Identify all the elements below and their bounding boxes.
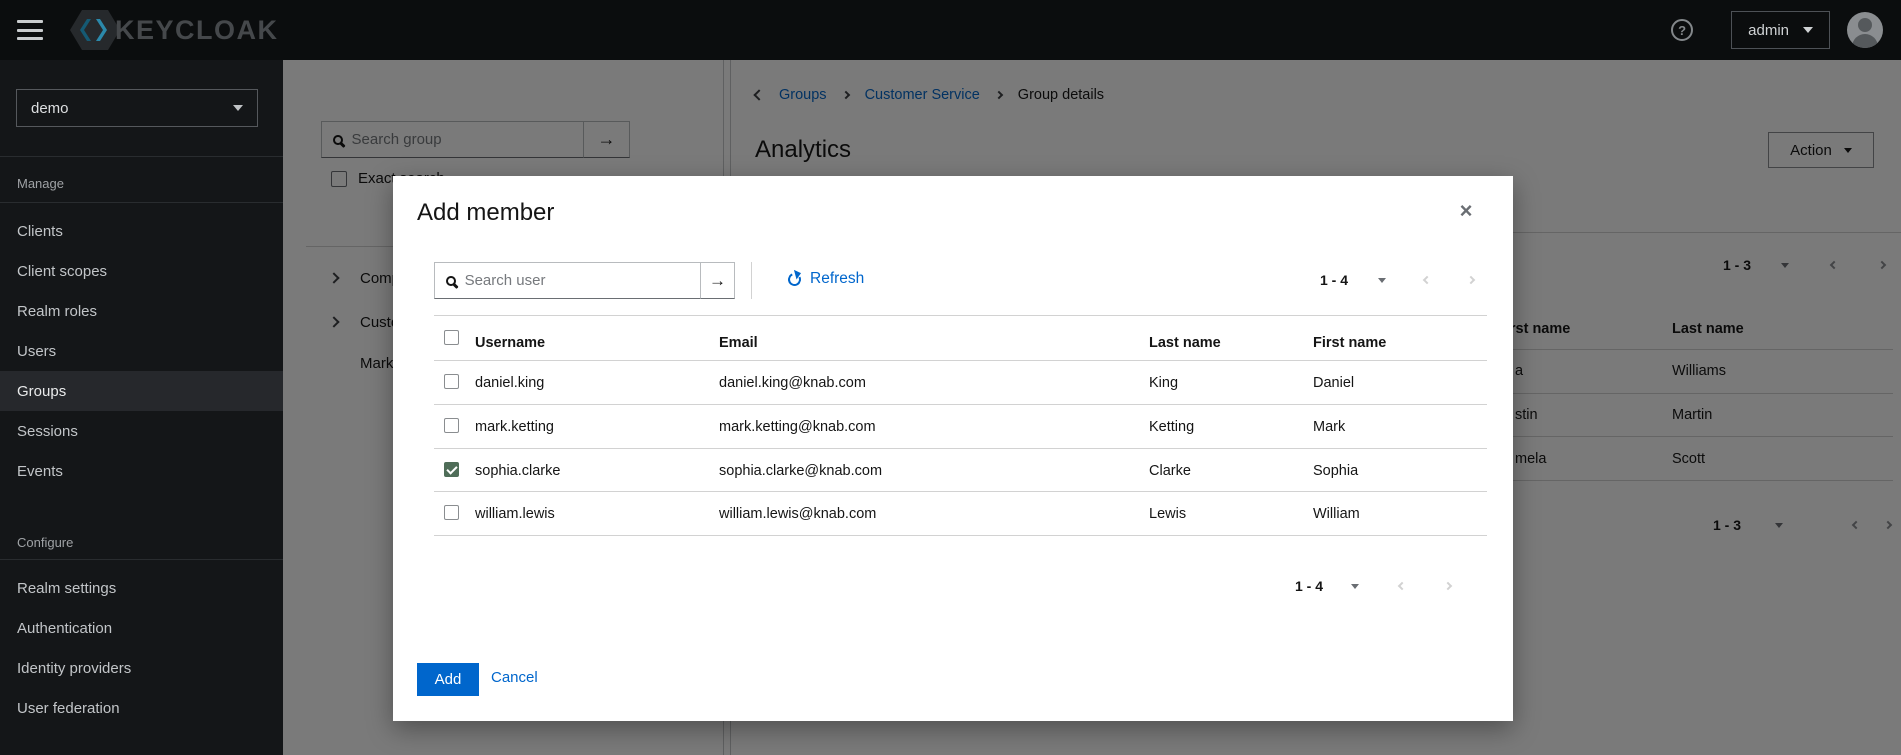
sidebar-item-identity-providers[interactable]: Identity providers	[0, 648, 283, 688]
next-page-icon[interactable]	[1467, 276, 1475, 284]
table-row-border	[434, 448, 1487, 449]
next-page-icon[interactable]	[1444, 582, 1452, 590]
chevron-down-icon	[1803, 27, 1813, 33]
cell-first-name: Mark	[1313, 419, 1345, 435]
cell-last-name: Ketting	[1149, 419, 1194, 435]
keycloak-admin-console: KEYCLOAK ? admin demo Manage Clients Cli…	[0, 0, 1901, 755]
sidebar-item-clients[interactable]: Clients	[0, 211, 283, 251]
select-all-checkbox[interactable]	[444, 330, 459, 345]
cell-username: sophia.clarke	[475, 463, 560, 479]
prev-page-icon[interactable]	[1398, 582, 1406, 590]
row-checkbox-daniel-king[interactable]	[444, 374, 459, 389]
divider	[0, 156, 283, 157]
pagination-range: 1 - 4	[1295, 578, 1323, 594]
add-button[interactable]: Add	[417, 663, 479, 696]
refresh-icon	[786, 271, 803, 288]
realm-selector[interactable]: demo	[16, 89, 258, 127]
user-menu-dropdown[interactable]: admin	[1731, 11, 1830, 49]
help-icon[interactable]: ?	[1671, 19, 1693, 41]
chevron-down-icon[interactable]	[1351, 584, 1359, 589]
modal-pagination-bottom: 1 - 4	[1295, 578, 1451, 594]
divider	[0, 202, 283, 203]
cell-email: sophia.clarke@knab.com	[719, 463, 882, 479]
cell-first-name: Sophia	[1313, 463, 1358, 479]
close-icon[interactable]: ×	[1449, 194, 1483, 228]
cell-email: mark.ketting@knab.com	[719, 419, 876, 435]
user-search-submit-button[interactable]: →	[701, 262, 735, 299]
table-row-border	[434, 535, 1487, 536]
cell-first-name: Daniel	[1313, 375, 1354, 391]
col-last-name: Last name	[1149, 335, 1221, 351]
sidebar-item-authentication[interactable]: Authentication	[0, 608, 283, 648]
cancel-button[interactable]: Cancel	[491, 669, 538, 686]
user-menu-label: admin	[1748, 22, 1789, 39]
nav-section-manage: Manage	[17, 176, 64, 191]
table-row-border	[434, 491, 1487, 492]
cell-email: william.lewis@knab.com	[719, 506, 876, 522]
sidebar-item-client-scopes[interactable]: Client scopes	[0, 251, 283, 291]
modal-title: Add member	[417, 199, 554, 227]
sidebar-item-users[interactable]: Users	[0, 331, 283, 371]
cell-email: daniel.king@knab.com	[719, 375, 866, 391]
cell-last-name: Clarke	[1149, 463, 1191, 479]
nav-section-configure: Configure	[17, 535, 73, 550]
add-member-modal: Add member × → Refresh 1 - 4 Username Em…	[393, 176, 1513, 721]
keycloak-logo-icon	[69, 8, 121, 52]
col-email: Email	[719, 335, 758, 351]
keycloak-logo: KEYCLOAK	[69, 8, 279, 52]
sidebar-item-realm-settings[interactable]: Realm settings	[0, 568, 283, 608]
cell-username: mark.ketting	[475, 419, 554, 435]
modal-pagination-top: 1 - 4	[1320, 272, 1474, 288]
col-username: Username	[475, 335, 545, 351]
brand-text: KEYCLOAK	[115, 15, 279, 46]
divider	[751, 262, 752, 299]
user-search-input[interactable]	[465, 272, 700, 289]
user-search-field	[434, 262, 701, 299]
sidebar-item-realm-roles[interactable]: Realm roles	[0, 291, 283, 331]
refresh-button[interactable]: Refresh	[788, 270, 864, 288]
table-row-border	[434, 360, 1487, 361]
row-checkbox-mark-ketting[interactable]	[444, 418, 459, 433]
realm-selector-label: demo	[31, 100, 69, 117]
sidebar: demo Manage Clients Client scopes Realm …	[0, 60, 283, 755]
pagination-range: 1 - 4	[1320, 272, 1348, 288]
divider	[0, 559, 283, 560]
table-row-border	[434, 404, 1487, 405]
sidebar-item-sessions[interactable]: Sessions	[0, 411, 283, 451]
nav-toggle-icon[interactable]	[17, 20, 43, 40]
row-checkbox-william-lewis[interactable]	[444, 505, 459, 520]
search-icon	[446, 276, 456, 286]
table-border	[434, 315, 1487, 316]
row-checkbox-sophia-clarke[interactable]	[444, 462, 459, 477]
cell-first-name: William	[1313, 506, 1360, 522]
cell-username: william.lewis	[475, 506, 555, 522]
cell-username: daniel.king	[475, 375, 544, 391]
avatar[interactable]	[1847, 12, 1883, 48]
masthead: KEYCLOAK ? admin	[0, 0, 1901, 60]
cell-last-name: Lewis	[1149, 506, 1186, 522]
sidebar-item-groups[interactable]: Groups	[0, 371, 283, 411]
chevron-down-icon[interactable]	[1378, 278, 1386, 283]
cell-last-name: King	[1149, 375, 1178, 391]
col-first-name: First name	[1313, 335, 1386, 351]
sidebar-item-events[interactable]: Events	[0, 451, 283, 491]
prev-page-icon[interactable]	[1423, 276, 1431, 284]
sidebar-item-user-federation[interactable]: User federation	[0, 688, 283, 728]
chevron-down-icon	[233, 105, 243, 111]
